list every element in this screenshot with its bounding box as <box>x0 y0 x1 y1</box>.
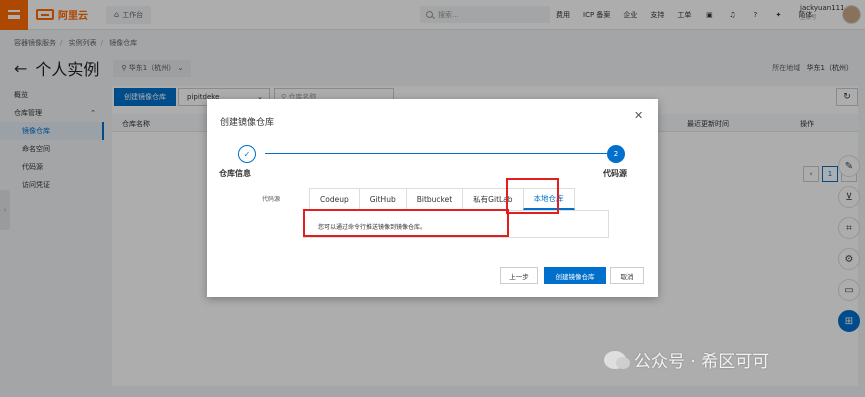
tab-codeup[interactable]: Codeup <box>309 188 360 210</box>
step2-label: 代码源 <box>603 169 627 178</box>
highlight-box-hint <box>303 209 509 237</box>
highlight-box-tab <box>506 178 559 214</box>
watermark-text: 公众号 · 希区可可 <box>634 352 770 372</box>
step-current: 2 <box>607 145 625 163</box>
create-repo-dialog: 创建镜像仓库 ✕ ✓ 2 仓库信息 代码源 代码源 Codeup GitHub … <box>207 99 658 297</box>
wechat-icon <box>604 350 630 369</box>
watermark: 公众号 · 希区可可 <box>604 347 769 372</box>
step1-label: 仓库信息 <box>219 169 251 178</box>
create-repo-confirm-button[interactable]: 创建镜像仓库 <box>544 267 606 284</box>
code-source-label: 代码源 <box>262 196 281 203</box>
dialog-title: 创建镜像仓库 <box>220 118 275 128</box>
cancel-button[interactable]: 取消 <box>610 267 644 284</box>
step-done-check-icon: ✓ <box>238 145 256 163</box>
stepper-line <box>265 153 607 154</box>
tab-github[interactable]: GitHub <box>358 188 407 210</box>
tab-bitbucket[interactable]: Bitbucket <box>405 188 464 210</box>
prev-step-button[interactable]: 上一步 <box>500 267 538 284</box>
close-icon[interactable]: ✕ <box>634 109 643 122</box>
